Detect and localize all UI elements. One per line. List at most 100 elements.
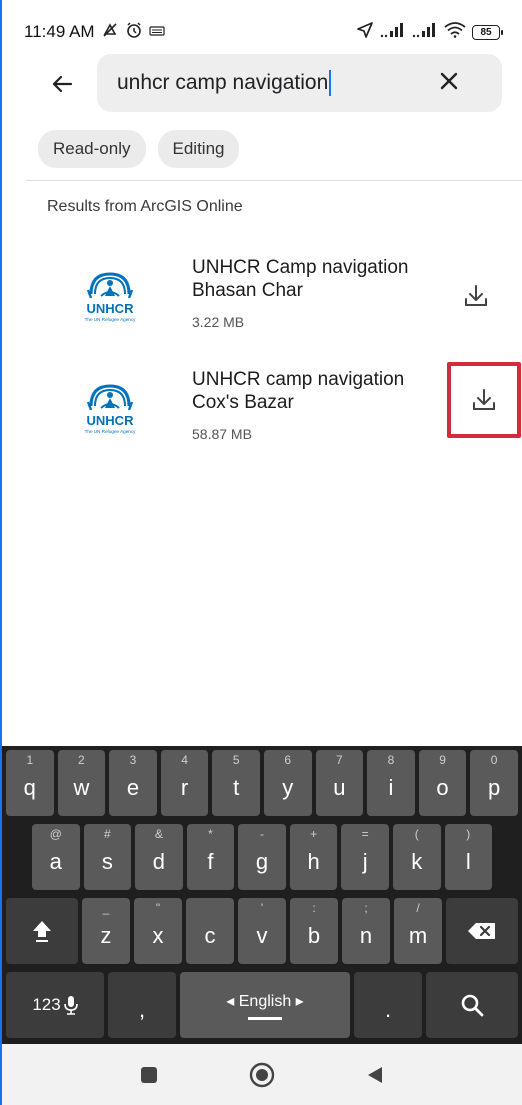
back-nav-button[interactable] <box>355 1055 395 1095</box>
period-key[interactable]: . <box>354 972 422 1038</box>
key-g[interactable]: -g <box>238 824 286 890</box>
numbers-key[interactable]: 123 <box>6 972 104 1038</box>
key-label: d <box>152 849 166 874</box>
wifi-icon <box>444 22 466 42</box>
triangle-back-icon <box>368 1066 383 1083</box>
key-hint: 6 <box>284 753 292 767</box>
key-label: w <box>73 775 90 800</box>
key-s[interactable]: # s <box>83 824 132 890</box>
key-hint: # <box>104 827 111 841</box>
key-c[interactable]: c <box>186 898 234 964</box>
space-key[interactable]: ◂ English ▸ <box>180 972 350 1038</box>
key-hint: ) <box>466 827 471 841</box>
download-button-highlighted[interactable] <box>447 362 521 438</box>
key-label: j <box>362 849 368 874</box>
key-r[interactable]: 4r <box>160 750 209 816</box>
search-field[interactable]: unhcr camp navigation <box>97 54 502 112</box>
key-f[interactable]: * f <box>186 824 235 890</box>
key-hint: 0 <box>490 753 498 767</box>
key-n[interactable]: ; n <box>342 898 390 964</box>
key-u[interactable]: 7u <box>315 750 364 816</box>
logo-subtext: The UN Refugee Agency <box>85 317 137 322</box>
result-title-line1: UNHCR camp navigation <box>192 369 405 390</box>
key-h[interactable]: + h <box>289 824 338 890</box>
clear-search-button[interactable] <box>438 68 460 98</box>
key-t[interactable]: 5t <box>212 750 260 816</box>
key-label: q <box>23 775 36 800</box>
key-p[interactable]: 0p <box>470 750 518 816</box>
result-title-line1: UNHCR Camp navigation <box>192 257 409 278</box>
key-label: c <box>204 923 216 948</box>
key-label: k <box>411 849 423 874</box>
key-o[interactable]: 9o <box>418 750 467 816</box>
download-button[interactable] <box>450 270 502 322</box>
key-l[interactable]: ) l <box>444 824 493 890</box>
comma-key[interactable]: , <box>108 972 176 1038</box>
key-hint: 3 <box>129 753 137 767</box>
back-button[interactable] <box>42 66 82 102</box>
shift-key[interactable] <box>6 898 78 964</box>
keyboard-row-1: 1q2w3e4r5t6y7u8i9o0p <box>2 750 522 816</box>
key-label: i <box>388 775 394 800</box>
download-icon <box>465 285 487 306</box>
battery-icon: 85 <box>472 24 503 40</box>
key-i[interactable]: 8i <box>367 750 415 816</box>
keyboard-row-2: @ a # s & d * f - g + h = j(k) l <box>2 824 522 890</box>
key-label: v <box>256 923 268 948</box>
chip-read-only[interactable]: Read-only <box>38 130 146 168</box>
key-v[interactable]: ' v <box>238 898 286 964</box>
search-icon <box>461 994 484 1017</box>
logo-text: UNHCR <box>87 413 135 428</box>
key-hint: 9 <box>439 753 446 767</box>
backspace-key[interactable] <box>446 898 518 964</box>
key-label: f <box>207 849 214 874</box>
status-left: 11:49 AM <box>24 21 165 43</box>
result-title: UNHCR Camp navigation Bhasan Char <box>192 256 452 302</box>
key-hint: & <box>154 827 163 841</box>
language-label: ◂ English ▸ <box>226 992 304 1010</box>
row3-letters: _ z " x c ' v: b; n / m <box>80 898 444 964</box>
result-item-coxs-bazar[interactable]: UNHCR The UN Refugee Agency UNHCR camp n… <box>2 362 522 468</box>
key-m[interactable]: / m <box>394 898 442 964</box>
key-hint: : <box>312 901 316 915</box>
status-bar: 11:49 AM 85 <box>24 18 503 46</box>
key-k[interactable]: (k <box>392 824 441 890</box>
signal-icon-1 <box>380 22 406 42</box>
space-bar-indicator <box>248 1016 282 1020</box>
key-hint: 4 <box>181 753 188 767</box>
chip-editing[interactable]: Editing <box>157 130 240 168</box>
key-label: p <box>488 775 501 800</box>
key-hint: 2 <box>78 753 85 767</box>
key-x[interactable]: " x <box>134 898 182 964</box>
key-b[interactable]: :b <box>290 898 338 964</box>
key-z[interactable]: _ z <box>82 898 130 964</box>
key-d[interactable]: & d <box>135 824 183 890</box>
key-hint: ( <box>414 827 419 841</box>
key-j[interactable]: = j <box>341 824 389 890</box>
recent-apps-button[interactable] <box>129 1055 169 1095</box>
download-icon <box>473 389 495 410</box>
key-label: l <box>465 849 471 874</box>
key-e[interactable]: 3e <box>109 750 157 816</box>
logo-text: UNHCR <box>87 301 135 316</box>
key-label: s <box>101 849 113 874</box>
key-label: x <box>152 923 164 948</box>
search-input[interactable]: unhcr camp navigation <box>117 71 328 95</box>
home-button[interactable] <box>242 1055 282 1095</box>
key-y[interactable]: 6y <box>263 750 312 816</box>
key-hint: 5 <box>232 753 240 767</box>
close-icon <box>440 72 458 90</box>
divider <box>26 180 522 181</box>
key-label: m <box>408 923 428 948</box>
key-a[interactable]: @ a <box>32 824 80 890</box>
result-title-line2: Bhasan Char <box>192 280 303 301</box>
keyboard-row-3: _ z " x c ' v: b; n / m <box>2 898 522 964</box>
arrow-left-icon <box>52 75 73 93</box>
key-w[interactable]: 2w <box>57 750 106 816</box>
result-title: UNHCR camp navigation Cox's Bazar <box>192 368 452 414</box>
search-key[interactable] <box>426 972 518 1038</box>
result-item-bhasan-char[interactable]: UNHCR The UN Refugee Agency UNHCR Camp n… <box>2 256 522 356</box>
logo-subtext: The UN Refugee Agency <box>85 429 137 434</box>
soft-keyboard: 1q2w3e4r5t6y7u8i9o0p @ a # s & d * f - g + h = j(k) l … <box>2 746 522 1044</box>
key-q[interactable]: 1q <box>6 750 54 816</box>
